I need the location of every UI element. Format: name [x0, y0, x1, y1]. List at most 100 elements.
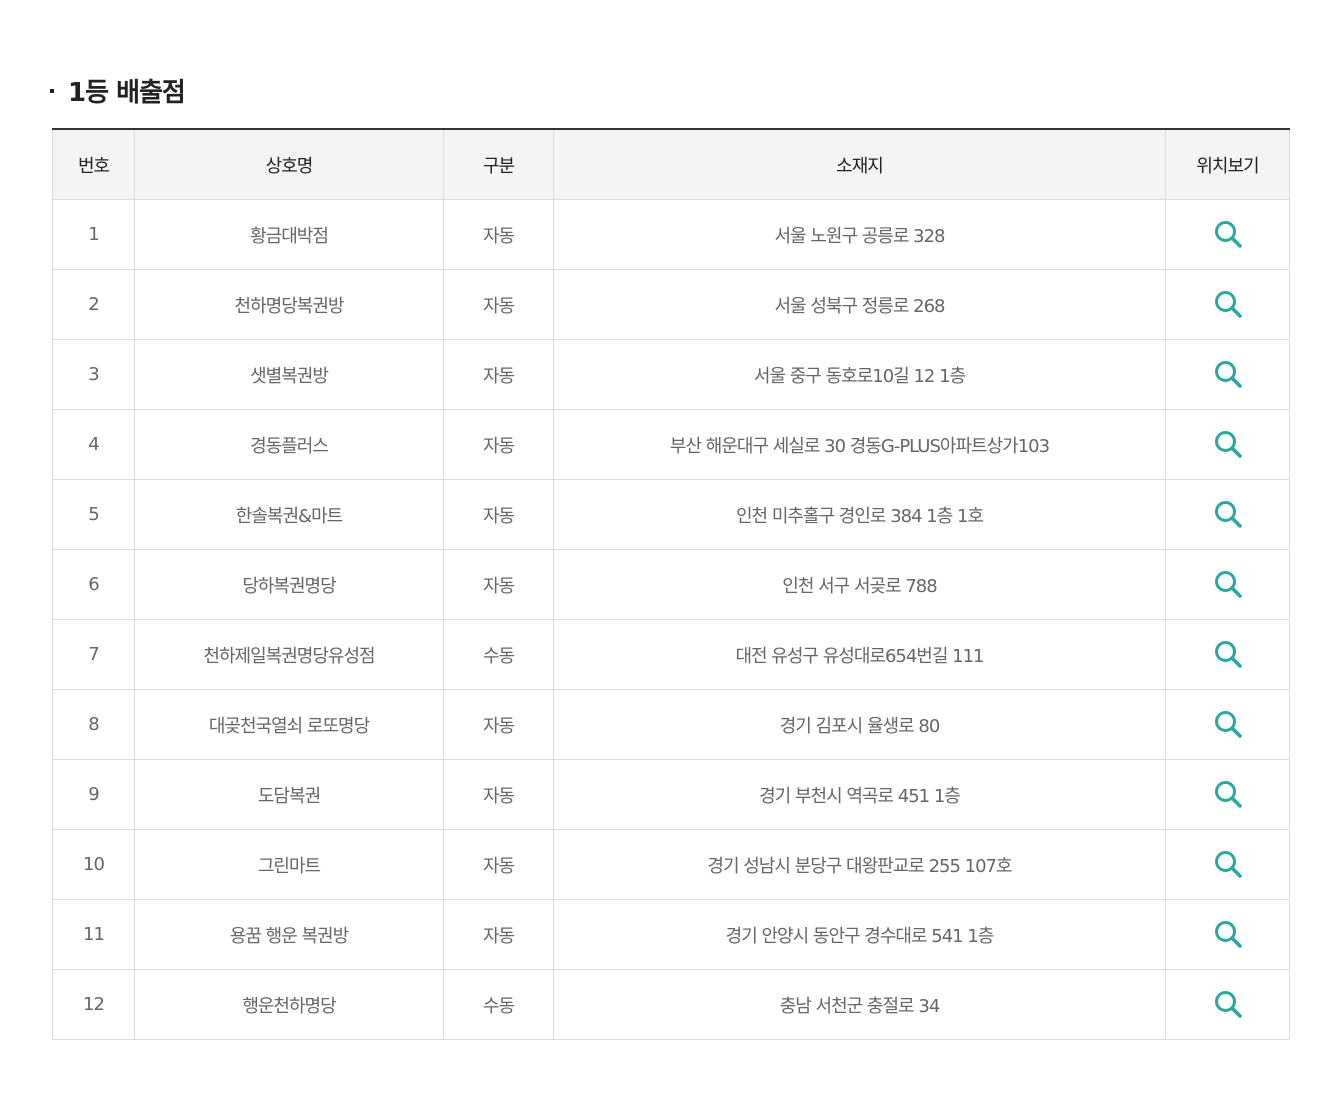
- view-location-button[interactable]: [1210, 566, 1246, 602]
- cell-location: [1165, 269, 1290, 340]
- cell-no: 1: [52, 199, 135, 270]
- cell-address: 서울 노원구 공릉로 328: [553, 199, 1166, 270]
- view-location-button[interactable]: [1210, 216, 1246, 252]
- title-bullet: [50, 89, 54, 93]
- cell-store-name: 행운천하명당: [134, 969, 444, 1040]
- view-location-button[interactable]: [1210, 846, 1246, 882]
- cell-no: 9: [52, 759, 135, 830]
- cell-type: 자동: [443, 899, 554, 970]
- cell-address: 부산 해운대구 세실로 30 경동G-PLUS아파트상가103: [553, 409, 1166, 480]
- search-icon: [1214, 850, 1242, 878]
- cell-location: [1165, 199, 1290, 270]
- cell-store-name: 한솔복권&마트: [134, 479, 444, 550]
- cell-type: 자동: [443, 689, 554, 760]
- cell-address: 경기 부천시 역곡로 451 1층: [553, 759, 1166, 830]
- cell-address: 인천 미추홀구 경인로 384 1층 1호: [553, 479, 1166, 550]
- cell-no: 3: [52, 339, 135, 410]
- cell-store-name: 경동플러스: [134, 409, 444, 480]
- search-icon: [1214, 710, 1242, 738]
- header-no: 번호: [52, 129, 135, 200]
- cell-address: 대전 유성구 유성대로654번길 111: [553, 619, 1166, 690]
- section-title-text: 1등 배출점: [68, 77, 186, 108]
- cell-type: 자동: [443, 829, 554, 900]
- search-icon: [1214, 360, 1242, 388]
- cell-store-name: 용꿈 행운 복권방: [134, 899, 444, 970]
- cell-store-name: 도담복권: [134, 759, 444, 830]
- view-location-button[interactable]: [1210, 706, 1246, 742]
- cell-no: 5: [52, 479, 135, 550]
- cell-store-name: 천하명당복권방: [134, 269, 444, 340]
- cell-type: 수동: [443, 969, 554, 1040]
- search-icon: [1214, 220, 1242, 248]
- search-icon: [1214, 500, 1242, 528]
- view-location-button[interactable]: [1210, 286, 1246, 322]
- table-row: 4 경동플러스 자동 부산 해운대구 세실로 30 경동G-PLUS아파트상가103: [52, 409, 1290, 480]
- cell-store-name: 당하복권명당: [134, 549, 444, 620]
- table-header-row: 번호 상호명 구분 소재지 위치보기: [52, 129, 1290, 200]
- header-name: 상호명: [134, 129, 444, 200]
- table-row: 1 황금대박점 자동 서울 노원구 공릉로 328: [52, 199, 1290, 270]
- view-location-button[interactable]: [1210, 426, 1246, 462]
- cell-location: [1165, 759, 1290, 830]
- cell-store-name: 천하제일복권명당유성점: [134, 619, 444, 690]
- cell-type: 자동: [443, 549, 554, 620]
- cell-no: 12: [52, 969, 135, 1040]
- cell-location: [1165, 339, 1290, 410]
- table-row: 10 그린마트 자동 경기 성남시 분당구 대왕판교로 255 107호: [52, 829, 1290, 900]
- cell-location: [1165, 969, 1290, 1040]
- search-icon: [1214, 290, 1242, 318]
- cell-address: 경기 김포시 율생로 80: [553, 689, 1166, 760]
- search-icon: [1214, 780, 1242, 808]
- cell-location: [1165, 619, 1290, 690]
- header-address: 소재지: [553, 129, 1166, 200]
- cell-location: [1165, 549, 1290, 620]
- cell-no: 11: [52, 899, 135, 970]
- search-icon: [1214, 430, 1242, 458]
- view-location-button[interactable]: [1210, 916, 1246, 952]
- table-row: 2 천하명당복권방 자동 서울 성북구 정릉로 268: [52, 269, 1290, 340]
- view-location-button[interactable]: [1210, 986, 1246, 1022]
- view-location-button[interactable]: [1210, 496, 1246, 532]
- search-icon: [1214, 570, 1242, 598]
- cell-type: 자동: [443, 479, 554, 550]
- cell-no: 7: [52, 619, 135, 690]
- cell-type: 자동: [443, 199, 554, 270]
- table-row: 6 당하복권명당 자동 인천 서구 서곶로 788: [52, 549, 1290, 620]
- cell-location: [1165, 409, 1290, 480]
- cell-location: [1165, 689, 1290, 760]
- cell-type: 자동: [443, 269, 554, 340]
- cell-store-name: 대곶천국열쇠 로또명당: [134, 689, 444, 760]
- table-row: 7 천하제일복권명당유성점 수동 대전 유성구 유성대로654번길 111: [52, 619, 1290, 690]
- search-icon: [1214, 990, 1242, 1018]
- header-location: 위치보기: [1165, 129, 1290, 200]
- cell-store-name: 샛별복권방: [134, 339, 444, 410]
- winning-stores-table: 번호 상호명 구분 소재지 위치보기 1 황금대박점 자동 서울 노원구 공릉로 32…: [52, 128, 1290, 1040]
- section-title: 1등 배출점: [50, 70, 186, 110]
- cell-location: [1165, 829, 1290, 900]
- table-body: 1 황금대박점 자동 서울 노원구 공릉로 328 2 천하명당복권방 자동 서울 성북구 정…: [52, 199, 1290, 1040]
- cell-address: 충남 서천군 충절로 34: [553, 969, 1166, 1040]
- view-location-button[interactable]: [1210, 356, 1246, 392]
- cell-address: 경기 성남시 분당구 대왕판교로 255 107호: [553, 829, 1166, 900]
- search-icon: [1214, 640, 1242, 668]
- search-icon: [1214, 920, 1242, 948]
- cell-store-name: 황금대박점: [134, 199, 444, 270]
- cell-location: [1165, 479, 1290, 550]
- cell-store-name: 그린마트: [134, 829, 444, 900]
- cell-no: 6: [52, 549, 135, 620]
- cell-no: 10: [52, 829, 135, 900]
- cell-address: 인천 서구 서곶로 788: [553, 549, 1166, 620]
- table-row: 11 용꿈 행운 복권방 자동 경기 안양시 동안구 경수대로 541 1층: [52, 899, 1290, 970]
- cell-no: 2: [52, 269, 135, 340]
- table-row: 8 대곶천국열쇠 로또명당 자동 경기 김포시 율생로 80: [52, 689, 1290, 760]
- view-location-button[interactable]: [1210, 776, 1246, 812]
- cell-address: 서울 성북구 정릉로 268: [553, 269, 1166, 340]
- cell-type: 수동: [443, 619, 554, 690]
- table-row: 9 도담복권 자동 경기 부천시 역곡로 451 1층: [52, 759, 1290, 830]
- view-location-button[interactable]: [1210, 636, 1246, 672]
- cell-address: 경기 안양시 동안구 경수대로 541 1층: [553, 899, 1166, 970]
- header-type: 구분: [443, 129, 554, 200]
- cell-type: 자동: [443, 339, 554, 410]
- table-row: 3 샛별복권방 자동 서울 중구 동호로10길 12 1층: [52, 339, 1290, 410]
- cell-no: 8: [52, 689, 135, 760]
